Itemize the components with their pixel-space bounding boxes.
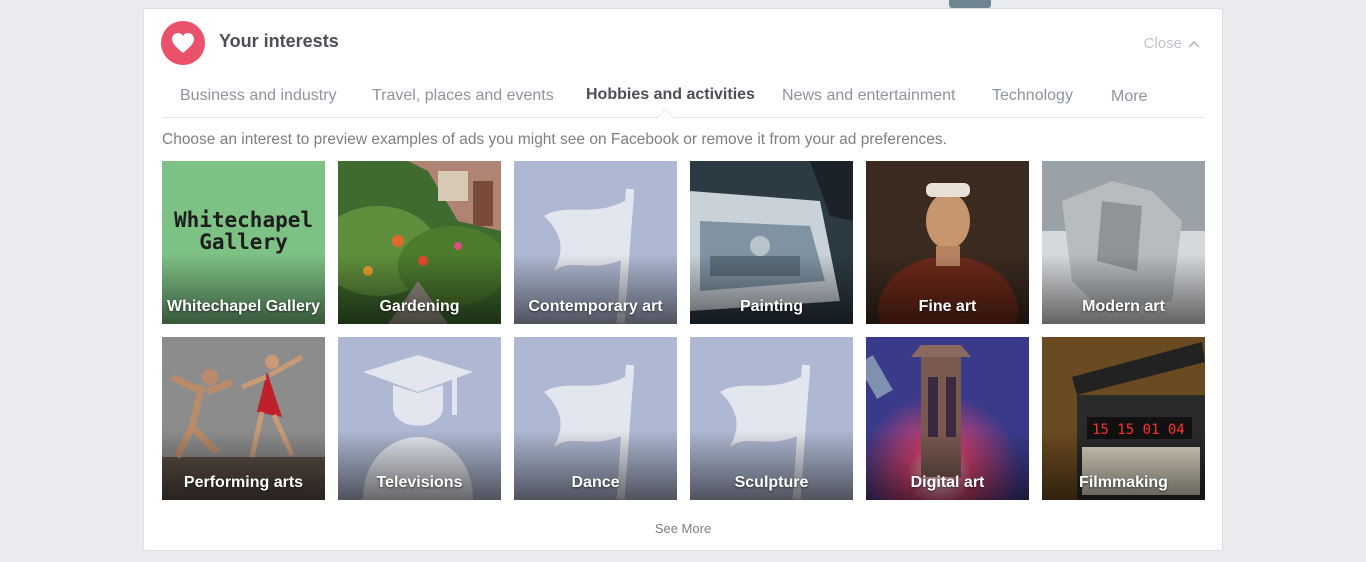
close-button[interactable]: Close (1144, 35, 1200, 52)
interest-label: Televisions (376, 474, 463, 491)
panel-title: Your interests (219, 31, 339, 51)
interest-label: Whitechapel Gallery (167, 298, 320, 315)
interest-tile-sculpture[interactable]: Sculpture (690, 337, 853, 500)
interest-tile-digital-art[interactable]: Digital art (866, 337, 1029, 500)
heart-icon (161, 21, 205, 65)
interests-description: Choose an interest to preview examples o… (162, 131, 947, 148)
interest-label: Performing arts (183, 474, 304, 491)
tab-travel-places-and-events[interactable]: Travel, places and events (372, 87, 554, 105)
interest-tile-fine-art[interactable]: Fine art (866, 161, 1029, 324)
interest-label: Filmmaking (1079, 474, 1168, 491)
interest-label: Modern art (1082, 298, 1165, 315)
interest-tile-painting[interactable]: Painting (690, 161, 853, 324)
chevron-up-icon (1188, 40, 1200, 48)
interest-tile-filmmaking[interactable]: 15 15 01 04 Filmmaking (1042, 337, 1205, 500)
interest-label: Painting (739, 298, 804, 315)
interest-tile-performing-arts[interactable]: Performing arts (162, 337, 325, 500)
interest-tile-modern-art[interactable]: Modern art (1042, 161, 1205, 324)
tab-business-and-industry[interactable]: Business and industry (180, 87, 337, 105)
tab-hobbies-and-activities[interactable]: Hobbies and activities (586, 86, 755, 104)
active-tab-caret (657, 108, 674, 125)
interest-label: Dance (571, 474, 620, 491)
interest-tile-whitechapel-gallery[interactable]: Whitechapel Gallery Whitechapel Gallery (162, 161, 325, 324)
interest-label: Sculpture (734, 474, 809, 491)
tab-more[interactable]: More (1111, 88, 1147, 106)
interest-label: Fine art (918, 298, 977, 315)
interest-tile-televisions[interactable]: Televisions (338, 337, 501, 500)
close-label: Close (1143, 35, 1182, 52)
see-more-link[interactable]: See More (144, 521, 1222, 536)
interest-tile-contemporary-art[interactable]: Contemporary art (514, 161, 677, 324)
interest-label: Contemporary art (528, 298, 663, 315)
interest-tile-gardening[interactable]: Gardening (338, 161, 501, 324)
tab-news-and-entertainment[interactable]: News and entertainment (782, 87, 955, 105)
tab-technology[interactable]: Technology (992, 87, 1073, 105)
interest-tile-dance[interactable]: Dance (514, 337, 677, 500)
interest-category-tabs: Business and industry Travel, places and… (162, 79, 1204, 125)
top-tab-indicator (949, 0, 991, 8)
interest-label: Digital art (910, 474, 985, 491)
your-interests-panel: Your interests Close Business and indust… (143, 8, 1223, 551)
interest-label: Gardening (379, 298, 460, 315)
whitechapel-gallery-logo: Whitechapel Gallery (173, 208, 314, 254)
